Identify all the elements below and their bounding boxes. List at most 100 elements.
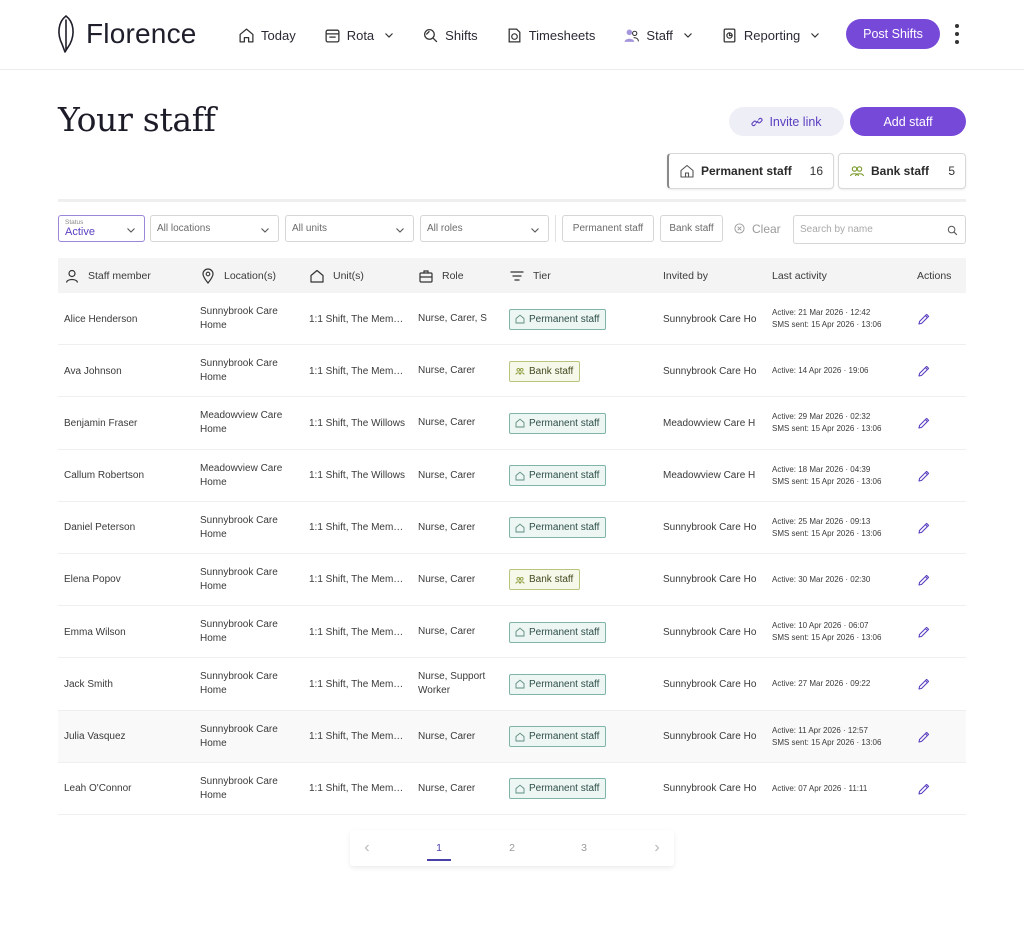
staff-name[interactable]: Julia Vasquez — [64, 711, 194, 763]
staff-role: Nurse, Carer — [418, 345, 500, 397]
units-filter[interactable]: All units — [285, 215, 414, 242]
locations-filter[interactable]: All locations — [150, 215, 279, 242]
column-last-activity[interactable]: Last activity — [772, 258, 827, 293]
edit-pencil-icon — [918, 626, 930, 638]
staff-name[interactable]: Callum Robertson — [64, 450, 194, 502]
edit-staff-button[interactable] — [916, 502, 932, 554]
table-row[interactable]: Ava Johnson Sunnybrook Care Home 1:1 Shift… — [58, 345, 966, 398]
permanent-staff-filter[interactable]: Permanent staff — [562, 215, 654, 242]
post-shifts-button[interactable]: Post Shifts — [846, 19, 940, 49]
column-invited-by[interactable]: Invited by — [663, 258, 708, 293]
page-2-button[interactable]: 2 — [500, 830, 524, 866]
staff-units-text: 1:1 Shift, The Willows — [309, 417, 405, 429]
edit-staff-button[interactable] — [916, 658, 932, 710]
staff-units: 1:1 Shift, The Memory Lane — [309, 554, 407, 606]
clear-filters-button[interactable]: Clear — [734, 215, 781, 242]
staff-name[interactable]: Benjamin Fraser — [64, 397, 194, 449]
edit-staff-button[interactable] — [916, 711, 932, 763]
report-icon — [723, 27, 736, 43]
nav-rota[interactable]: Rota — [324, 22, 394, 48]
table-row[interactable]: Elena Popov Sunnybrook Care Home 1:1 Shift… — [58, 554, 966, 607]
home-icon — [515, 471, 525, 481]
edit-staff-button[interactable] — [916, 606, 932, 658]
nav-timesheets[interactable]: Timesheets — [506, 22, 595, 48]
nav-today[interactable]: Today — [238, 22, 296, 48]
tab-bank-staff[interactable]: Bank staff 5 — [838, 153, 966, 189]
briefcase-icon — [419, 269, 433, 283]
table-row[interactable]: Benjamin Fraser Meadowview Care Home 1:1 S… — [58, 397, 966, 450]
last-active-text: Active: 07 Apr 2026 · 11:11 — [772, 783, 868, 793]
table-body: Alice Henderson Sunnybrook Care Home 1:1 S… — [58, 293, 966, 815]
staff-tier: Permanent staff — [509, 658, 607, 710]
invite-link-button[interactable]: Invite link — [729, 107, 844, 136]
table-row[interactable]: Alice Henderson Sunnybrook Care Home 1:1 S… — [58, 293, 966, 346]
table-row[interactable]: Emma Wilson Sunnybrook Care Home 1:1 Shift… — [58, 606, 966, 659]
column-actions-label: Actions — [917, 269, 952, 282]
staff-table: Staff member Location(s) Unit(s) Role Ti… — [58, 258, 966, 815]
column-tier-label: Tier — [533, 269, 551, 282]
feather-logo-icon — [58, 15, 74, 53]
edit-staff-button[interactable] — [916, 345, 932, 397]
nav-shifts[interactable]: Shifts — [422, 22, 478, 48]
edit-staff-button[interactable] — [916, 397, 932, 449]
column-staff-member-label: Staff member — [88, 269, 151, 282]
staff-name[interactable]: Alice Henderson — [64, 293, 194, 345]
locations-filter-value: All locations — [157, 223, 211, 234]
staff-units-text: 1:1 Shift, The Memory Lane — [309, 522, 407, 534]
next-page-button[interactable] — [645, 830, 669, 866]
staff-units-text: 1:1 Shift, The Memory Lane — [309, 678, 407, 690]
edit-staff-button[interactable] — [916, 554, 932, 606]
tab-permanent-staff[interactable]: Permanent staff 16 — [667, 153, 834, 189]
sms-sent-text: SMS sent: 15 Apr 2026 · 13:06 — [772, 424, 882, 434]
page-3-button[interactable]: 3 — [572, 830, 596, 866]
timesheet-icon — [508, 27, 521, 43]
edit-staff-button[interactable] — [916, 450, 932, 502]
link-icon — [751, 117, 764, 126]
previous-page-button[interactable] — [355, 830, 379, 866]
search-input[interactable] — [794, 224, 934, 235]
staff-role: Nurse, Carer — [418, 450, 500, 502]
page-1-button[interactable]: 1 — [427, 830, 451, 866]
nav-reporting[interactable]: Reporting — [721, 22, 820, 48]
staff-role: Nurse, Carer — [418, 397, 500, 449]
nav-staff[interactable]: Staff — [623, 22, 693, 48]
table-row[interactable]: Daniel Peterson Sunnybrook Care Home 1:1 S… — [58, 502, 966, 554]
column-role-label: Role — [442, 269, 464, 282]
table-row[interactable]: Julia Vasquez Sunnybrook Care Home 1:1 Shi… — [58, 710, 966, 763]
staff-name[interactable]: Ava Johnson — [64, 345, 194, 397]
roles-filter[interactable]: All roles — [420, 215, 549, 242]
invite-link-label: Invite link — [769, 114, 822, 129]
column-tier[interactable]: Tier — [509, 258, 551, 293]
search-icon[interactable] — [947, 225, 958, 236]
staff-name[interactable]: Jack Smith — [64, 658, 194, 710]
staff-role-text: Nurse, Carer — [418, 573, 476, 585]
staff-name[interactable]: Elena Popov — [64, 554, 194, 606]
column-locations[interactable]: Location(s) — [200, 258, 276, 293]
tier-badge-label: Permanent staff — [529, 783, 600, 795]
staff-last-activity: Active: 10 Apr 2026 · 06:07 SMS sent: 15 … — [772, 606, 902, 658]
chevron-down-icon — [531, 228, 539, 233]
column-units[interactable]: Unit(s) — [309, 258, 364, 293]
status-filter[interactable]: Status Active — [58, 215, 145, 242]
tier-badge: Bank staff — [509, 569, 581, 591]
more-menu-icon[interactable] — [952, 24, 962, 44]
add-staff-button[interactable]: Add staff — [850, 107, 966, 136]
tier-badge-label: Bank staff — [529, 574, 574, 586]
staff-location: Meadowview Care Home — [200, 462, 283, 488]
column-role[interactable]: Role — [418, 258, 464, 293]
edit-staff-button[interactable] — [916, 763, 932, 815]
staff-name[interactable]: Daniel Peterson — [64, 502, 194, 554]
staff-name[interactable]: Leah O'Connor — [64, 763, 194, 815]
chevron-left-icon — [364, 844, 369, 852]
table-row[interactable]: Jack Smith Sunnybrook Care Home 1:1 Shift,… — [58, 658, 966, 711]
last-active-text: Active: 11 Apr 2026 · 12:57 — [772, 725, 868, 735]
nav-shifts-label: Shifts — [445, 27, 478, 43]
logo[interactable]: Florence — [56, 14, 197, 54]
pagination: 1 2 3 — [350, 830, 674, 866]
table-row[interactable]: Leah O'Connor Sunnybrook Care Home 1:1 Shi… — [58, 763, 966, 815]
bank-staff-filter[interactable]: Bank staff — [660, 215, 723, 242]
column-staff-member[interactable]: Staff member — [64, 258, 151, 293]
table-row[interactable]: Callum Robertson Meadowview Care Home 1:1 … — [58, 450, 966, 502]
edit-staff-button[interactable] — [916, 293, 932, 345]
staff-name[interactable]: Emma Wilson — [64, 606, 194, 658]
